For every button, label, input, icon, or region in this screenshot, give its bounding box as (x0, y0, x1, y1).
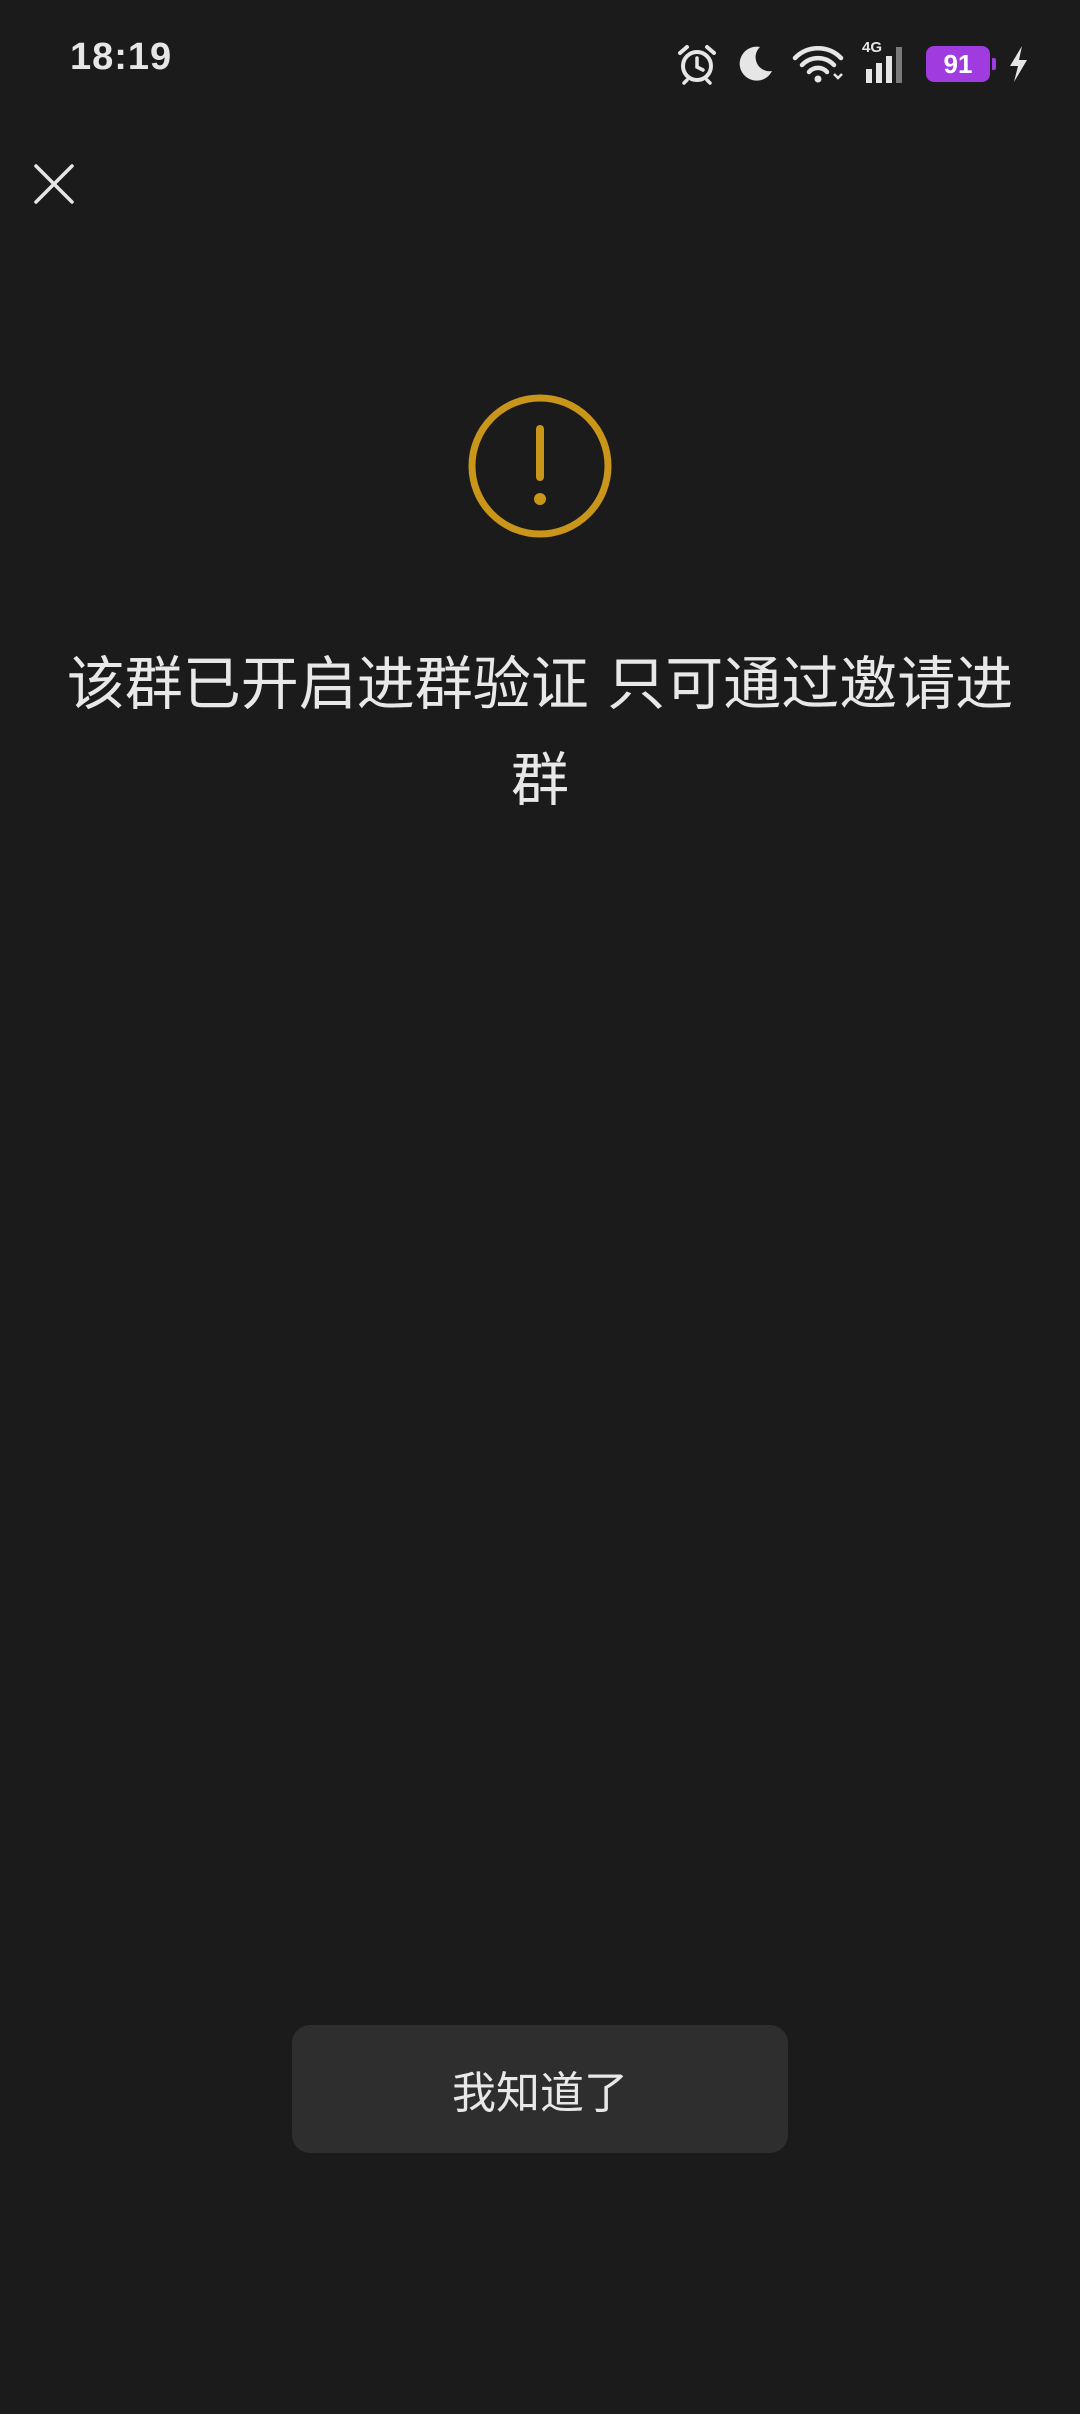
screen: 18:19 4G 91 该群已开启进群验证 只可通过邀请进群 我知道了 (0, 0, 1080, 2414)
status-bar: 18:19 4G 91 (0, 0, 1080, 130)
status-icons: 4G 91 (676, 39, 1030, 88)
status-time: 18:19 (70, 36, 173, 78)
close-icon (32, 162, 76, 210)
close-button[interactable] (18, 150, 90, 222)
wifi-icon (792, 44, 844, 84)
alarm-icon (676, 43, 718, 85)
got-it-button[interactable]: 我知道了 (292, 2025, 788, 2153)
charging-icon (1006, 44, 1030, 84)
verification-message: 该群已开启进群验证 只可通过邀请进群 (66, 650, 1014, 814)
signal-icon: 4G (860, 39, 910, 85)
battery-icon: 91 (926, 46, 996, 82)
moon-icon (734, 43, 776, 85)
exclamation-circle-icon (467, 393, 613, 539)
